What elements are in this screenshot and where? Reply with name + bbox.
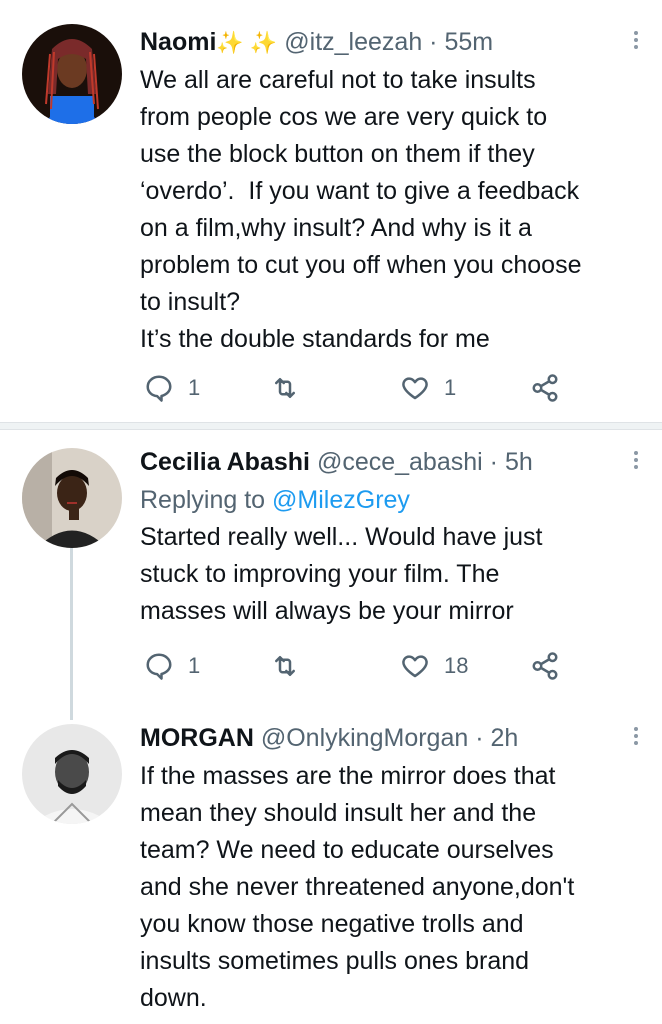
tweet-header: Cecilia Abashi @cece_abashi · 5h xyxy=(140,442,638,482)
more-options-icon[interactable] xyxy=(632,448,640,472)
share-button[interactable] xyxy=(530,368,560,408)
timestamp[interactable]: 5h xyxy=(505,448,533,476)
reply-count: 1 xyxy=(188,375,201,400)
retweet-button[interactable] xyxy=(270,368,300,408)
tweet-naomi[interactable]: Naomi✨ ✨ @itz_leezah · 55m We all are ca… xyxy=(0,0,662,425)
share-button[interactable] xyxy=(530,646,560,686)
share-icon xyxy=(532,374,558,402)
display-name[interactable]: Naomi xyxy=(140,28,216,56)
replying-to-handle[interactable]: @MilezGrey xyxy=(272,486,410,514)
like-count: 18 xyxy=(444,653,469,678)
avatar[interactable] xyxy=(22,448,122,548)
tweet-header: MORGAN @OnlykingMorgan · 2h xyxy=(140,718,638,758)
retweet-icon xyxy=(275,378,295,398)
replying-to: Replying to @MilezGrey xyxy=(140,482,622,519)
retweet-icon xyxy=(275,656,295,676)
display-name[interactable]: MORGAN xyxy=(140,724,254,752)
avatar[interactable] xyxy=(22,24,122,124)
heart-icon xyxy=(402,655,428,678)
tweet-actions: 1 18 xyxy=(140,646,570,686)
tweet-text: If the masses are the mirror does that m… xyxy=(140,762,575,1012)
separator-dot: · xyxy=(475,724,484,752)
tweet-text: Started really well... Would have just s… xyxy=(140,523,543,625)
heart-icon xyxy=(402,377,428,400)
tweet-divider xyxy=(0,422,662,430)
retweet-button[interactable] xyxy=(270,646,300,686)
separator-dot: · xyxy=(489,448,498,476)
username[interactable]: @cece_abashi xyxy=(317,448,483,476)
more-options-icon[interactable] xyxy=(632,724,640,748)
like-count: 1 xyxy=(444,375,457,400)
username[interactable]: @itz_leezah xyxy=(284,28,422,56)
tweet-actions: 1 1 xyxy=(140,368,570,408)
reply-count: 1 xyxy=(188,653,201,678)
like-button[interactable]: 18 xyxy=(400,646,468,686)
share-icon xyxy=(532,652,558,680)
thread-line xyxy=(70,548,73,720)
reply-button[interactable]: 1 xyxy=(144,368,200,408)
reply-button[interactable]: 1 xyxy=(144,646,200,686)
avatar[interactable] xyxy=(22,724,122,824)
tweet-header: Naomi✨ ✨ @itz_leezah · 55m xyxy=(140,22,638,62)
tweet-cecilia[interactable]: Cecilia Abashi @cece_abashi · 5h Replyin… xyxy=(0,430,662,720)
timestamp[interactable]: 55m xyxy=(444,28,493,56)
reply-icon xyxy=(146,653,172,680)
username[interactable]: @OnlykingMorgan xyxy=(261,724,468,752)
sparkle-emoji: ✨ ✨ xyxy=(216,30,278,55)
tweet-morgan[interactable]: MORGAN @OnlykingMorgan · 2h If the masse… xyxy=(0,712,662,1024)
replying-to-label: Replying to xyxy=(140,486,266,514)
separator-dot: · xyxy=(429,28,438,56)
timestamp[interactable]: 2h xyxy=(491,724,519,752)
tweet-text: We all are careful not to take insults f… xyxy=(140,66,582,353)
like-button[interactable]: 1 xyxy=(400,368,456,408)
more-options-icon[interactable] xyxy=(632,28,640,52)
reply-icon xyxy=(146,375,172,402)
display-name[interactable]: Cecilia Abashi xyxy=(140,448,310,476)
